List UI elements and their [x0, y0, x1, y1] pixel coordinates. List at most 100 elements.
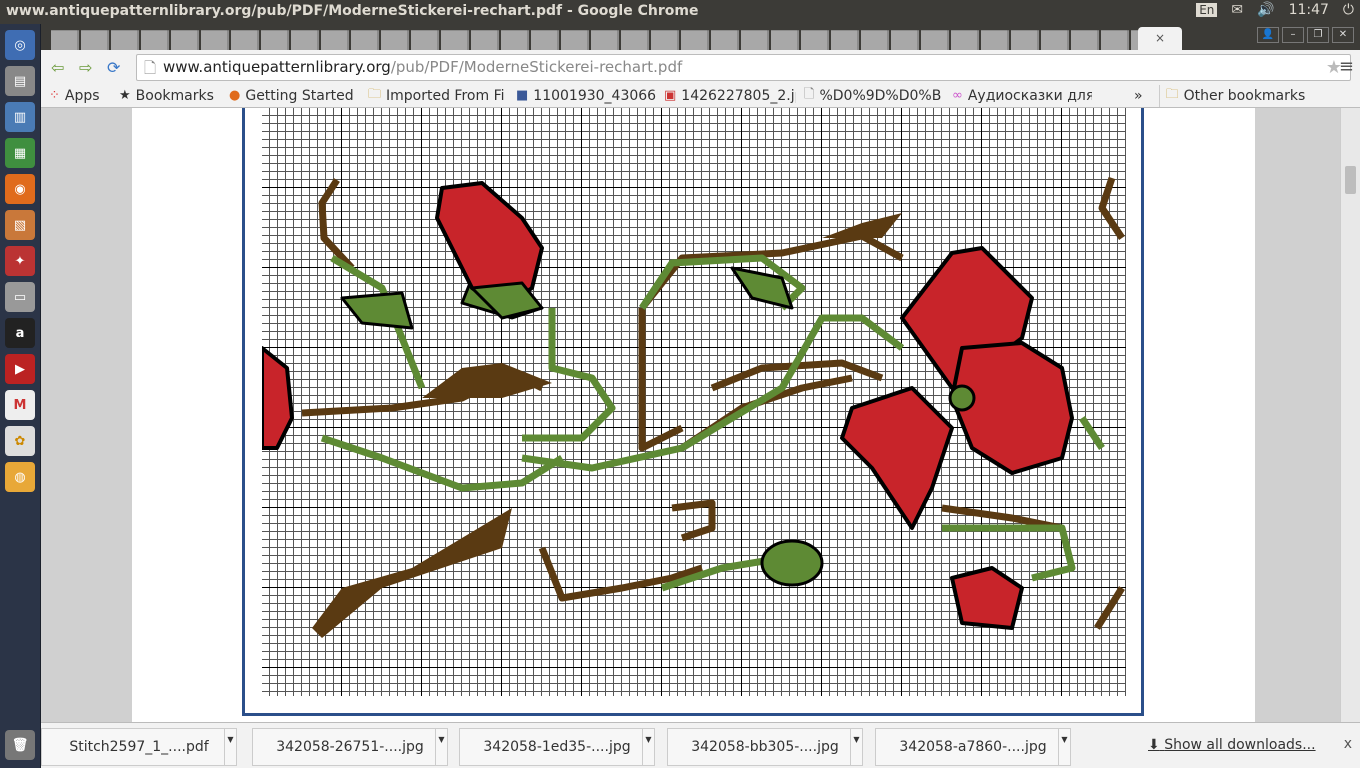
page-icon: 🗋: [144, 59, 157, 77]
bookmark-label: %D0%9D%D0%B: [819, 87, 942, 104]
green-stem: [942, 524, 1076, 582]
red-bud: [950, 566, 1024, 630]
downloads-bar: Stitch2597_1_....pdf ▼ 342058-26751-....j…: [41, 722, 1360, 768]
gmail-icon[interactable]: M: [5, 390, 35, 420]
trash-icon[interactable]: 🗑: [5, 730, 35, 760]
brown-stem: [671, 499, 716, 542]
bookmark-apps[interactable]: ⁘ Apps: [49, 88, 111, 104]
scrollbar-thumb[interactable]: [1345, 166, 1356, 194]
download-item[interactable]: 342058-26751-....jpg ▼: [252, 728, 448, 766]
tabs-collapsed[interactable]: [51, 30, 1181, 50]
close-downloads-bar-button[interactable]: x: [1344, 736, 1352, 752]
restore-button[interactable]: ❐: [1307, 27, 1329, 43]
bookmark-label: Imported From Fi: [386, 87, 505, 104]
amazon-icon[interactable]: a: [5, 318, 35, 348]
active-tab[interactable]: ×: [1138, 27, 1182, 50]
facebook-icon: ■: [516, 88, 529, 103]
minimize-button[interactable]: –: [1282, 27, 1304, 43]
vertical-scrollbar[interactable]: [1340, 108, 1360, 722]
dropdown-arrow-icon[interactable]: ▼: [642, 729, 654, 765]
menu-icon[interactable]: ≡: [1339, 56, 1354, 77]
pattern-frame: [242, 108, 1144, 716]
show-all-downloads-link[interactable]: ⬇ Show all downloads...: [1148, 737, 1316, 753]
drive-icon[interactable]: ▭: [5, 282, 35, 312]
brown-leaf: [822, 213, 902, 238]
green-leaf: [340, 291, 414, 330]
star-icon: ★: [119, 88, 131, 103]
pdf-viewer: [41, 108, 1340, 722]
close-button[interactable]: ✕: [1332, 27, 1354, 43]
brown-stem: [638, 308, 684, 452]
bookmark-encoded[interactable]: 🗋 %D0%9D%D0%B: [804, 85, 944, 107]
bookmark-label: 1426227805_2.jpg: [681, 87, 796, 104]
brown-stem: [318, 178, 355, 271]
red-flower-edge: [262, 346, 294, 450]
dropdown-arrow-icon[interactable]: ▼: [850, 729, 862, 765]
chrome-icon[interactable]: ◍: [5, 462, 35, 492]
window-controls: 👤 – ❐ ✕: [1257, 27, 1354, 43]
address-bar[interactable]: 🗋 www.antiquepatternlibrary.org/pub/PDF/…: [136, 54, 1351, 81]
green-stem: [522, 308, 616, 442]
embroidery-motif: [262, 176, 1125, 638]
bookmark-label: Getting Started: [245, 87, 354, 104]
keyboard-language[interactable]: En: [1196, 3, 1218, 17]
dash-icon[interactable]: ◎: [5, 30, 35, 60]
writer-icon[interactable]: ▥: [5, 102, 35, 132]
files-icon[interactable]: ▤: [5, 66, 35, 96]
bookmark-label: Аудиосказки для: [967, 87, 1092, 104]
unity-launcher: ◎ ▤ ▥ ▦ ◉ ▧ ✦ ▭ a ▶ M ✿ ◍ 🗑: [0, 24, 41, 768]
forward-icon[interactable]: ⇨: [79, 58, 92, 77]
download-item[interactable]: 342058-bb305-....jpg ▼: [667, 728, 863, 766]
calc-icon[interactable]: ▦: [5, 138, 35, 168]
settings-icon[interactable]: ✦: [5, 246, 35, 276]
folder-icon: 🗀: [368, 86, 382, 102]
bookmark-imported[interactable]: 🗀 Imported From Fi: [368, 85, 508, 107]
bookmarks-overflow[interactable]: »: [1134, 88, 1143, 104]
photos-icon[interactable]: ✿: [5, 426, 35, 456]
download-filename: Stitch2597_1_....pdf: [69, 739, 209, 755]
download-item[interactable]: Stitch2597_1_....pdf ▼: [41, 728, 237, 766]
green-stem: [1079, 416, 1105, 450]
download-filename: 342058-26751-....jpg: [276, 739, 424, 755]
bookmark-facebook[interactable]: ■ 11001930_43066: [516, 88, 656, 104]
clock[interactable]: 11:47: [1289, 2, 1329, 18]
bookmark-bookmarks[interactable]: ★ Bookmarks: [119, 88, 221, 104]
tab-close-icon[interactable]: ×: [1155, 31, 1165, 45]
reload-icon[interactable]: ⟳: [107, 58, 120, 77]
dropdown-arrow-icon[interactable]: ▼: [435, 729, 447, 765]
bookmark-label: Other bookmarks: [1183, 87, 1306, 104]
show-all-label: Show all downloads...: [1164, 737, 1316, 753]
page-icon: 🗋: [804, 86, 815, 102]
dropdown-arrow-icon[interactable]: ▼: [224, 729, 236, 765]
impress-icon[interactable]: ▧: [5, 210, 35, 240]
image-icon: ▣: [664, 88, 677, 103]
url-domain: www.antiquepatternlibrary.org: [163, 58, 391, 76]
brown-stem: [1094, 586, 1125, 630]
bookmark-getting-started[interactable]: ● Getting Started: [229, 88, 360, 104]
back-icon[interactable]: ⇦: [51, 58, 64, 77]
download-filename: 342058-1ed35-....jpg: [483, 739, 631, 755]
volume-icon[interactable]: 🔊: [1257, 2, 1274, 18]
other-bookmarks[interactable]: 🗀 Other bookmarks: [1158, 84, 1306, 107]
brown-leaf: [312, 508, 512, 638]
power-icon[interactable]: ⏻: [1343, 2, 1354, 18]
firefox-icon[interactable]: ◉: [5, 174, 35, 204]
profile-icon[interactable]: 👤: [1257, 27, 1279, 43]
bookmarks-bar: ⁘ Apps ★ Bookmarks ● Getting Started 🗀 Impor…: [41, 84, 1360, 108]
green-bud: [760, 539, 824, 587]
tab-strip: × 👤 – ❐ ✕: [41, 24, 1360, 50]
green-stem: [320, 434, 564, 492]
brown-stem: [538, 546, 704, 602]
dropdown-arrow-icon[interactable]: ▼: [1058, 729, 1070, 765]
mail-icon[interactable]: ✉: [1231, 2, 1243, 18]
download-item[interactable]: 342058-1ed35-....jpg ▼: [459, 728, 655, 766]
bookmark-label: Apps: [64, 87, 100, 104]
youtube-icon[interactable]: ▶: [5, 354, 35, 384]
bookmark-label: Bookmarks: [135, 87, 214, 104]
download-item[interactable]: 342058-a7860-....jpg ▼: [875, 728, 1071, 766]
firefox-icon: ●: [229, 88, 241, 103]
brown-leaf: [422, 363, 552, 398]
bookmark-image[interactable]: ▣ 1426227805_2.jpg: [664, 88, 796, 104]
bookmark-label: 11001930_43066: [533, 87, 656, 104]
bookmark-audio[interactable]: ∞ Аудиосказки для: [952, 88, 1092, 104]
